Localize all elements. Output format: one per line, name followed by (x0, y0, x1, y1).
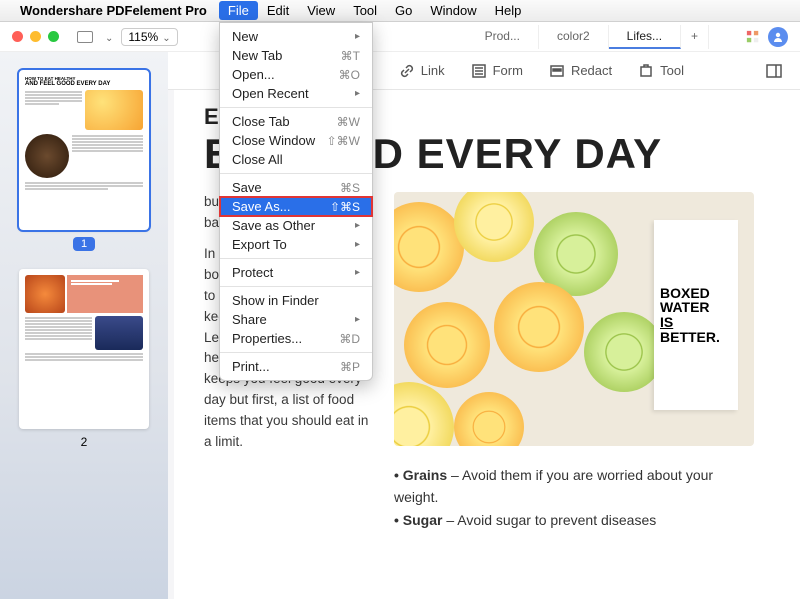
page-thumb-1[interactable]: HOW TO EAT HEALTHY AND FEEL GOOD EVERY D… (19, 70, 149, 230)
ribbon-tool[interactable]: Tool (638, 63, 684, 79)
facts-list: • Grains – Avoid them if you are worried… (394, 464, 714, 531)
user-avatar[interactable] (768, 27, 788, 47)
menu-window[interactable]: Window (421, 1, 485, 20)
menu-new[interactable]: New (220, 27, 372, 46)
menu-save-other[interactable]: Save as Other (220, 216, 372, 235)
zoom-value: 115% (128, 30, 158, 44)
hero-area: BOXED WATER IS BETTER. • Grains – Avoid … (394, 192, 770, 531)
tab-3[interactable]: Lifes... (609, 25, 681, 49)
menu-go[interactable]: Go (386, 1, 421, 20)
menu-print[interactable]: Print...⌘P (220, 357, 372, 376)
menu-protect[interactable]: Protect (220, 263, 372, 282)
thumbnail-sidebar: HOW TO EAT HEALTHY AND FEEL GOOD EVERY D… (0, 52, 168, 599)
ribbon-form[interactable]: Form (471, 63, 523, 79)
menu-open-recent[interactable]: Open Recent (220, 84, 372, 103)
window-toolbar: 115% prod... Prod... color2 Lifes... + (0, 22, 800, 52)
menu-show-finder[interactable]: Show in Finder (220, 291, 372, 310)
chevron-down-icon (162, 30, 170, 44)
menu-properties[interactable]: Properties...⌘D (220, 329, 372, 348)
tab-1[interactable]: Prod... (467, 25, 539, 49)
app-grid-icon[interactable] (746, 30, 760, 44)
menu-save[interactable]: Save⌘S (220, 178, 372, 197)
sidebar-toggle-icon[interactable] (77, 31, 93, 43)
tab-2[interactable]: color2 (539, 25, 609, 49)
hero-image: BOXED WATER IS BETTER. (394, 192, 754, 446)
new-tab-button[interactable]: + (681, 25, 709, 49)
menu-close-all[interactable]: Close All (220, 150, 372, 169)
menu-view[interactable]: View (298, 1, 344, 20)
menu-new-tab[interactable]: New Tab⌘T (220, 46, 372, 65)
boxed-water-carton: BOXED WATER IS BETTER. (654, 220, 738, 410)
mac-menu-bar: Wondershare PDFelement Pro File Edit Vie… (0, 0, 800, 22)
menu-help[interactable]: Help (486, 1, 531, 20)
traffic-lights (12, 31, 59, 42)
menu-save-as[interactable]: Save As...⇧⌘S (220, 197, 372, 216)
menu-edit[interactable]: Edit (258, 1, 298, 20)
page-number-1: 1 (73, 237, 95, 251)
close-window-button[interactable] (12, 31, 23, 42)
minimize-window-button[interactable] (30, 31, 41, 42)
sidebar-chevron-icon[interactable] (105, 28, 113, 46)
page-thumb-2[interactable] (19, 269, 149, 429)
file-menu-dropdown: New New Tab⌘T Open...⌘O Open Recent Clos… (219, 22, 373, 381)
menu-share[interactable]: Share (220, 310, 372, 329)
panel-toggle-icon[interactable] (766, 63, 782, 79)
maximize-window-button[interactable] (48, 31, 59, 42)
menu-tool[interactable]: Tool (344, 1, 386, 20)
menu-close-window[interactable]: Close Window⇧⌘W (220, 131, 372, 150)
menu-file[interactable]: File (219, 1, 258, 20)
ribbon-redact[interactable]: Redact (549, 63, 612, 79)
zoom-selector[interactable]: 115% (121, 28, 177, 46)
menu-close-tab[interactable]: Close Tab⌘W (220, 112, 372, 131)
ribbon-link[interactable]: Link (399, 63, 445, 79)
page-number-2: 2 (81, 435, 88, 449)
app-name[interactable]: Wondershare PDFelement Pro (20, 3, 207, 18)
menu-open[interactable]: Open...⌘O (220, 65, 372, 84)
menu-export[interactable]: Export To (220, 235, 372, 254)
